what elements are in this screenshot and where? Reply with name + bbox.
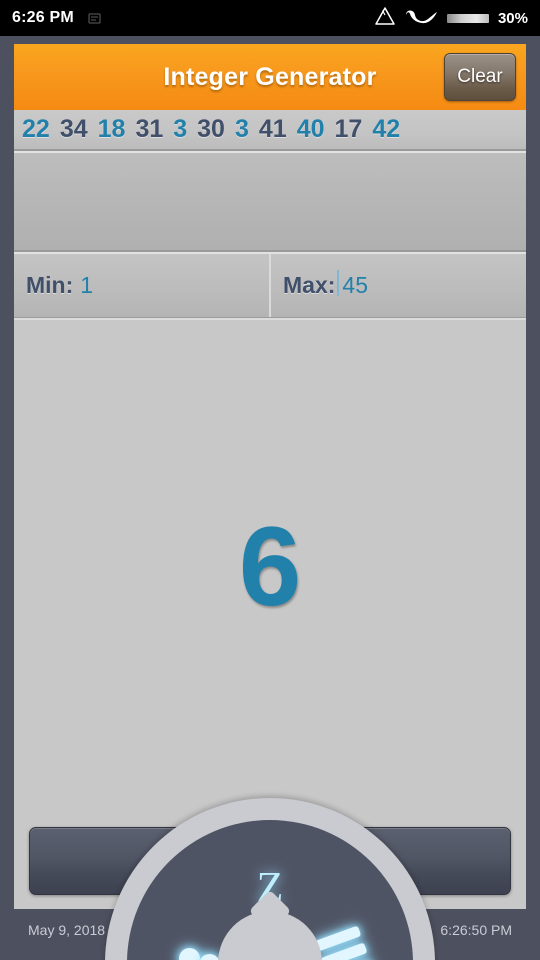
max-field[interactable]: Max: 45	[269, 254, 526, 317]
history-item: 30	[197, 115, 225, 143]
randomize-area: RANDOMIZE	[14, 813, 526, 909]
notification-icon	[88, 12, 101, 25]
max-label: Max:	[283, 272, 336, 298]
app-header: Integer Generator Clear	[14, 44, 526, 110]
history-item: 31	[135, 115, 164, 143]
randomize-button[interactable]: RANDOMIZE	[29, 827, 511, 895]
phone-screen: 6:26 PM 30% Integer Generator Clear 22 3…	[0, 0, 540, 960]
history-item: 17	[334, 115, 363, 143]
status-bar-right-cluster: 30%	[375, 6, 528, 30]
history-item: 22	[22, 115, 50, 143]
history-item: 42	[372, 115, 401, 143]
result-number: 6	[238, 503, 302, 629]
min-input[interactable]: 1	[80, 272, 93, 299]
warning-triangle-icon	[375, 6, 395, 30]
history-item: 3	[234, 115, 249, 143]
clear-button[interactable]: Clear	[444, 53, 516, 101]
page-title: Integer Generator	[163, 62, 377, 91]
max-input[interactable]: 45	[337, 270, 368, 299]
range-row: Min: 1 Max: 45	[14, 252, 526, 318]
battery-percent-label: 30%	[497, 9, 528, 27]
footer-bar: May 9, 2018 6:26:50 PM	[14, 909, 526, 951]
history-list[interactable]: 22 34 18 31 3 30 3 41 40 17 42	[14, 110, 526, 151]
min-label: Min:	[26, 272, 74, 298]
status-bar-time: 6:26 PM	[12, 9, 74, 26]
status-bar: 6:26 PM 30%	[0, 0, 540, 36]
history-item: 34	[59, 115, 88, 143]
wave-signal-icon	[404, 7, 438, 30]
history-overflow-panel	[14, 151, 526, 252]
footer-date: May 9, 2018	[28, 922, 106, 938]
min-field[interactable]: Min: 1	[14, 254, 269, 317]
result-display: 6	[14, 318, 526, 813]
history-item: 18	[97, 115, 126, 143]
history-item: 41	[258, 115, 287, 143]
app-container: Integer Generator Clear 22 34 18 31 3 30 3 41 40…	[14, 44, 526, 951]
history-item: 40	[296, 115, 325, 143]
battery-icon	[446, 13, 489, 23]
history-item: 3	[173, 115, 188, 143]
footer-time: 6:26:50 PM	[440, 922, 512, 938]
